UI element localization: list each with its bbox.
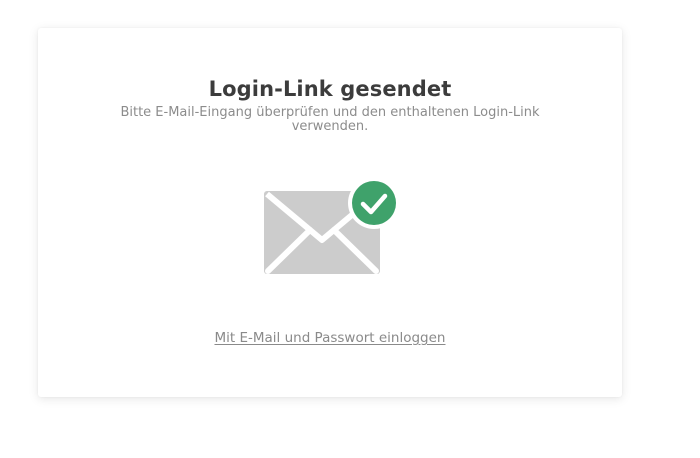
check-circle-icon bbox=[348, 177, 400, 229]
instruction-text: Bitte E-Mail-Eingang überprüfen und den … bbox=[120, 105, 540, 134]
login-link-sent-card: Login-Link gesendet Bitte E-Mail-Eingang… bbox=[38, 28, 622, 397]
mail-sent-illustration bbox=[264, 177, 400, 278]
page-title: Login-Link gesendet bbox=[208, 77, 452, 101]
password-login-link[interactable]: Mit E-Mail und Passwort einloggen bbox=[214, 330, 445, 346]
password-login-link-row: Mit E-Mail und Passwort einloggen bbox=[38, 329, 622, 347]
envelope-icon bbox=[264, 177, 400, 274]
